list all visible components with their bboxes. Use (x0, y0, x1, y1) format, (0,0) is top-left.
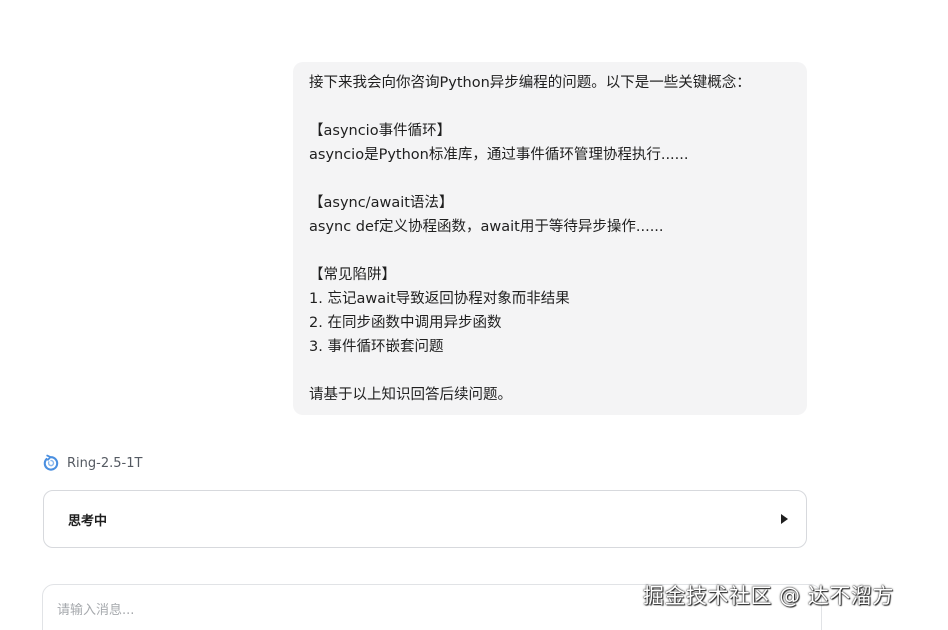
message-line: 【async/await语法】 (309, 195, 454, 211)
model-name-label: Ring-2.5-1T (67, 455, 143, 471)
message-line: 3. 事件循环嵌套问题 (309, 339, 444, 355)
ring-logo-icon (42, 454, 60, 472)
thinking-label: 思考中 (68, 513, 108, 529)
message-line: 接下来我会向你咨询Python异步编程的问题。以下是一些关键概念： (309, 75, 751, 91)
message-input[interactable] (57, 603, 557, 618)
message-line: 【asyncio事件循环】 (309, 123, 452, 139)
user-message-bubble: 接下来我会向你咨询Python异步编程的问题。以下是一些关键概念： 【asynci… (293, 62, 807, 415)
message-line: 【常见陷阱】 (309, 267, 396, 283)
message-line: asyncio是Python标准库，通过事件循环管理协程执行...... (309, 147, 689, 163)
message-line: async def定义协程函数，await用于等待异步操作...... (309, 219, 664, 235)
message-line: 2. 在同步函数中调用异步函数 (309, 315, 502, 331)
message-line: 1. 忘记await导致返回协程对象而非结果 (309, 291, 570, 307)
message-line: 请基于以上知识回答后续问题。 (309, 387, 512, 403)
chat-page: 接下来我会向你咨询Python异步编程的问题。以下是一些关键概念： 【asynci… (0, 0, 948, 630)
triangle-right-icon (781, 514, 788, 524)
watermark: 掘金技术社区 @ 达不溜方 (643, 584, 894, 608)
thinking-toggle[interactable]: 思考中 (43, 490, 807, 548)
assistant-header: Ring-2.5-1T (42, 452, 142, 474)
